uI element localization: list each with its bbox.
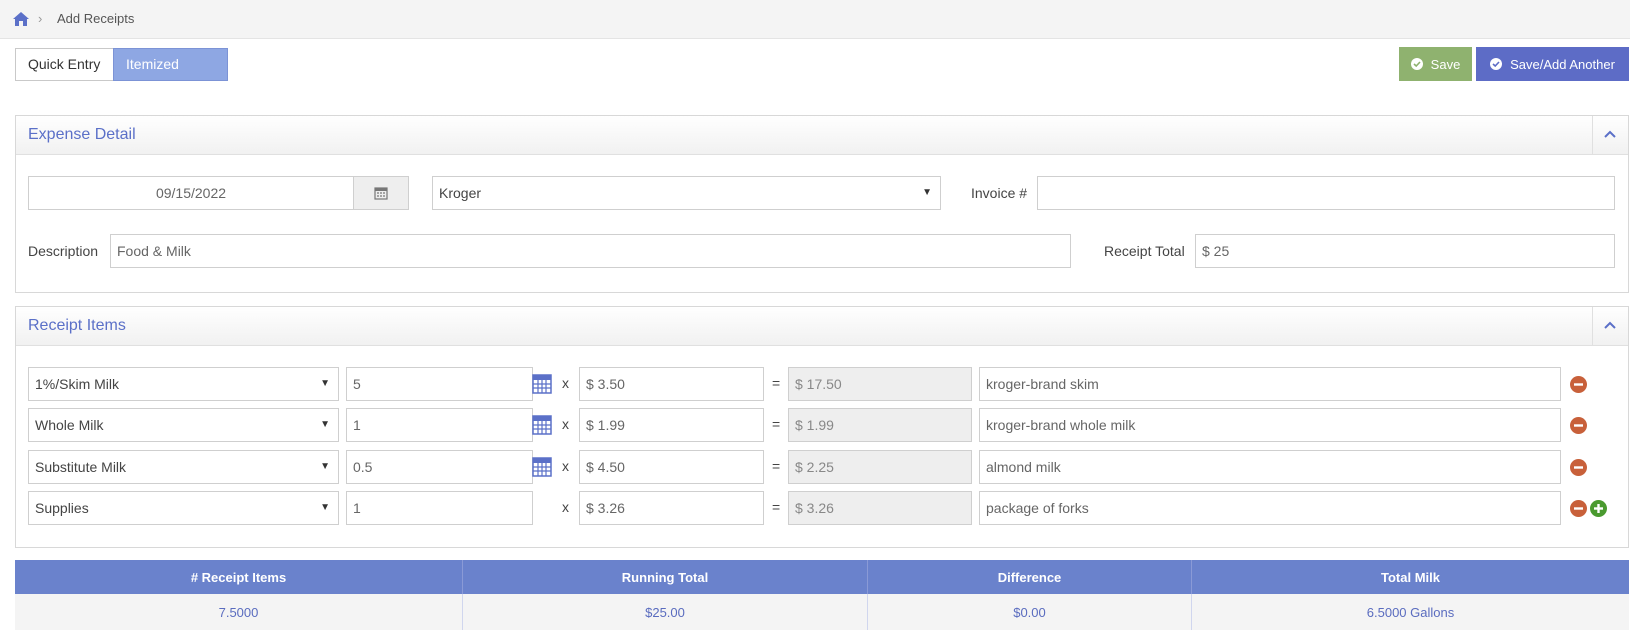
item-quantity-input[interactable]: 5 [346,367,533,401]
summary-value-row: 7.5000 $25.00 $0.00 6.5000 Gallons [15,594,1629,630]
item-price-input[interactable]: $ 1.99 [579,408,764,442]
summary-difference-value: $0.00 [868,594,1192,630]
summary-header-total-milk: Total Milk [1381,569,1440,585]
item-total-field: $ 17.50 [788,367,972,401]
save-add-another-label: Save/Add Another [1510,56,1615,72]
summary-running-total-value: $25.00 [463,594,868,630]
dropdown-arrow-icon: ▼ [320,461,330,472]
vendor-value: Kroger [439,185,482,201]
item-category-select[interactable]: Supplies ▼ [28,491,339,525]
item-quantity-input[interactable]: 0.5 [346,450,533,484]
calculator-icon[interactable] [532,457,552,477]
remove-row-icon[interactable] [1570,459,1587,476]
equals-sign: = [772,416,781,432]
description-input[interactable]: Food & Milk [110,234,1071,268]
entry-mode-toggle: Quick Entry Itemized Entry [15,48,228,103]
calculator-icon[interactable] [532,374,552,394]
summary-header-running-total: Running Total [463,560,868,594]
item-price-input[interactable]: $ 3.50 [579,367,764,401]
breadcrumb-separator: › [38,11,43,26]
item-category-select[interactable]: Substitute Milk ▼ [28,450,339,484]
breadcrumb-bar: › Add Receipts [0,0,1630,39]
multiply-sign: x [562,375,569,391]
save-add-another-button[interactable]: Save/Add Another [1476,47,1629,81]
check-circle-icon [1490,58,1503,70]
equals-sign: = [772,458,781,474]
home-icon[interactable] [12,11,30,27]
item-category-value: 1%/Skim Milk [35,376,120,392]
item-category-select[interactable]: 1%/Skim Milk ▼ [28,367,339,401]
add-row-icon[interactable] [1590,500,1607,517]
item-total-field: $ 1.99 [788,408,972,442]
equals-sign: = [772,499,781,515]
description-label: Description [28,243,99,259]
item-note-input[interactable]: kroger-brand whole milk [979,408,1561,442]
summary-table: # Receipt Items Running Total Difference… [15,560,1629,630]
item-total-field: $ 3.26 [788,491,972,525]
receipt-items-title: Receipt Items [28,317,126,334]
chevron-up-icon [1604,321,1616,329]
dropdown-arrow-icon: ▼ [922,187,932,198]
multiply-sign: x [562,416,569,432]
remove-row-icon[interactable] [1570,376,1587,393]
breadcrumb-current: Add Receipts [57,11,135,26]
receipt-total-label: Receipt Total [1104,243,1185,259]
save-label: Save [1430,56,1461,72]
multiply-sign: x [562,499,569,515]
item-note-input[interactable]: kroger-brand skim [979,367,1561,401]
summary-header-row: # Receipt Items Running Total Difference… [15,560,1629,594]
itemized-entry-button[interactable]: Itemized Entry [113,48,228,103]
item-price-input[interactable]: $ 3.26 [579,491,764,525]
item-total-field: $ 2.25 [788,450,972,484]
item-note-input[interactable]: package of forks [979,491,1561,525]
expense-detail-title: Expense Detail [28,126,136,143]
expense-detail-panel: Expense Detail 09/15/2022 Kroger ▼ Invoi… [15,115,1629,293]
save-button[interactable]: Save [1399,47,1472,81]
item-note-input[interactable]: almond milk [979,450,1561,484]
invoice-input[interactable] [1037,176,1615,210]
calendar-icon [374,187,388,200]
item-category-value: Whole Milk [35,417,104,433]
collapse-receipt-items-button[interactable] [1592,307,1628,345]
vendor-select[interactable]: Kroger ▼ [432,176,941,210]
chevron-up-icon [1604,130,1616,138]
dropdown-arrow-icon: ▼ [320,502,330,513]
dropdown-arrow-icon: ▼ [320,419,330,430]
item-price-input[interactable]: $ 4.50 [579,450,764,484]
check-circle-icon [1410,58,1423,70]
date-picker-button[interactable] [353,176,409,210]
summary-header-difference: Difference [868,560,1192,594]
summary-header-receipt-items: # Receipt Items [15,560,463,594]
summary-total-milk-value: 6.5000 Gallons [1366,604,1455,620]
item-category-select[interactable]: Whole Milk ▼ [28,408,339,442]
equals-sign: = [772,375,781,391]
invoice-label: Invoice # [971,185,1028,201]
date-input[interactable]: 09/15/2022 [28,176,354,210]
calculator-icon[interactable] [532,415,552,435]
summary-receipt-items-value: 7.5000 [15,594,463,630]
quick-entry-button[interactable]: Quick Entry [15,48,113,81]
receipt-items-panel: Receipt Items 1%/Skim Milk ▼ 5 x $ 3.50 … [15,306,1629,548]
item-category-value: Substitute Milk [35,459,127,475]
remove-row-icon[interactable] [1570,417,1587,434]
dropdown-arrow-icon: ▼ [320,378,330,389]
remove-row-icon[interactable] [1570,500,1587,517]
expense-detail-header: Expense Detail [16,116,1628,155]
receipt-total-input[interactable]: $ 25 [1195,234,1615,268]
multiply-sign: x [562,458,569,474]
receipt-items-header: Receipt Items [16,307,1628,346]
collapse-expense-detail-button[interactable] [1592,116,1628,154]
item-quantity-input[interactable]: 1 [346,491,533,525]
item-category-value: Supplies [35,500,89,516]
item-quantity-input[interactable]: 1 [346,408,533,442]
